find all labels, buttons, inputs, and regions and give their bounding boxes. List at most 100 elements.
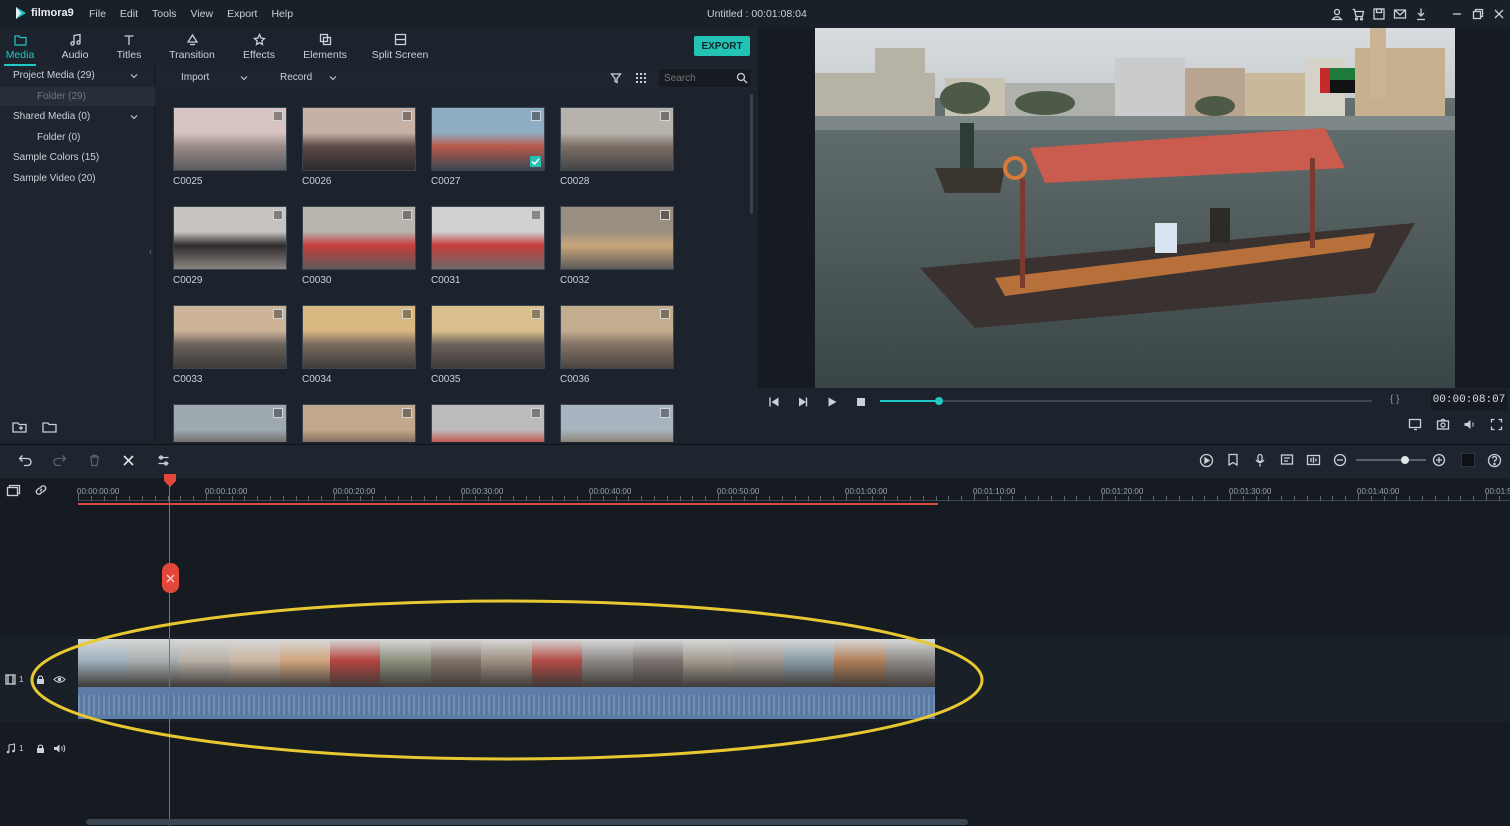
tab-audio[interactable]: Audio	[58, 28, 92, 66]
library-shared-media[interactable]: Shared Media (0)	[13, 111, 90, 122]
previous-frame-icon[interactable]	[768, 396, 780, 408]
playhead-split-marker[interactable]	[162, 563, 179, 593]
microphone-icon[interactable]	[1253, 453, 1267, 468]
tab-titles[interactable]: Titles	[113, 28, 145, 66]
progress-thumb[interactable]	[935, 397, 944, 405]
play-reverse-icon[interactable]	[796, 396, 808, 408]
chevron-down-icon[interactable]	[240, 74, 248, 82]
media-thumbnail-c0036[interactable]	[560, 305, 674, 369]
ruler-tick	[1012, 496, 1014, 501]
media-thumbnail-clip-13[interactable]	[173, 404, 287, 442]
grid-view-icon[interactable]	[635, 72, 647, 84]
stop-icon[interactable]	[855, 396, 867, 408]
cut-icon[interactable]	[122, 454, 135, 467]
filter-icon[interactable]	[610, 72, 622, 84]
library-folder-29[interactable]: Folder (29)	[37, 91, 86, 102]
zoom-slider[interactable]	[1356, 456, 1426, 464]
render-preview-icon[interactable]	[1408, 418, 1423, 431]
tab-effects[interactable]: Effects	[238, 28, 280, 66]
media-thumbnail-c0033[interactable]	[173, 305, 287, 369]
media-thumbnail-c0035[interactable]	[431, 305, 545, 369]
media-thumbnail-clip-14[interactable]	[302, 404, 416, 442]
menu-tools[interactable]: Tools	[152, 8, 177, 20]
volume-icon[interactable]	[1463, 418, 1477, 431]
chevron-down-icon[interactable]	[130, 113, 138, 121]
zoom-in-icon[interactable]	[1432, 453, 1446, 467]
render-icon[interactable]	[1199, 453, 1214, 468]
tab-elements[interactable]: Elements	[300, 28, 350, 66]
menu-export[interactable]: Export	[227, 8, 257, 20]
media-thumbnail-c0032[interactable]	[560, 206, 674, 270]
account-icon[interactable]	[1330, 7, 1344, 21]
timeline-ruler[interactable]: 00:00:00:00 00:00:10:00 00:00:20:00 00:00:3…	[77, 478, 1510, 510]
zoom-out-icon[interactable]	[1333, 453, 1347, 467]
media-thumbnail-c0026[interactable]	[302, 107, 416, 171]
media-thumbnail-c0030[interactable]	[302, 206, 416, 270]
ruler-tick	[1370, 496, 1372, 501]
ruler-time-label: 00:00:40:00	[589, 487, 632, 496]
progress-track[interactable]	[880, 397, 1372, 405]
delete-icon[interactable]	[88, 454, 101, 467]
tab-media[interactable]: Media	[4, 28, 36, 66]
ruler-tick	[692, 496, 694, 501]
record-dropdown[interactable]: Record	[280, 72, 312, 83]
media-thumbnail-c0029[interactable]	[173, 206, 287, 270]
menu-edit[interactable]: Edit	[120, 8, 138, 20]
tab-transition[interactable]: Transition	[166, 28, 218, 66]
media-thumbnail-c0031[interactable]	[431, 206, 545, 270]
timeline-scrollbar[interactable]	[86, 819, 968, 825]
detach-audio-icon[interactable]	[1306, 453, 1321, 468]
marker-icon[interactable]	[1226, 453, 1240, 468]
link-icon[interactable]	[34, 483, 48, 497]
import-dropdown[interactable]: Import	[181, 72, 209, 83]
media-thumbnail-c0028[interactable]	[560, 107, 674, 171]
mark-in-out-icon[interactable]: { }	[1390, 394, 1399, 405]
new-folder-icon[interactable]	[12, 420, 28, 434]
library-project-media[interactable]: Project Media (29)	[13, 70, 95, 81]
ruler-tick	[577, 496, 579, 501]
adjust-icon[interactable]	[157, 454, 170, 467]
media-thumbnail-c0027[interactable]	[431, 107, 545, 171]
download-icon[interactable]	[1414, 7, 1428, 21]
menu-file[interactable]: File	[89, 8, 106, 20]
playhead-head-icon[interactable]	[162, 473, 178, 489]
message-icon[interactable]	[1393, 7, 1407, 21]
redo-icon[interactable]	[52, 454, 67, 467]
media-thumbnail-c0025[interactable]	[173, 107, 287, 171]
folder-open-icon[interactable]	[42, 420, 58, 434]
library-sample-colors[interactable]: Sample Colors (15)	[13, 152, 99, 163]
preview-video-frame	[815, 28, 1455, 388]
menu-view[interactable]: View	[191, 8, 214, 20]
ruler-time-label: 00:00:30:00	[461, 487, 504, 496]
chevron-down-icon[interactable]	[130, 72, 138, 80]
snapshot-icon[interactable]	[1436, 418, 1450, 431]
media-scrollbar[interactable]	[750, 94, 753, 214]
media-thumbnail-label: C0033	[173, 374, 203, 385]
ruler-tick	[154, 496, 156, 501]
chevron-down-icon[interactable]	[329, 74, 337, 82]
save-icon[interactable]	[1372, 7, 1386, 21]
search-icon[interactable]	[736, 72, 748, 84]
help-icon[interactable]	[1487, 453, 1502, 468]
add-track-icon[interactable]	[6, 484, 21, 497]
fullscreen-icon[interactable]	[1490, 418, 1503, 431]
play-icon[interactable]	[826, 396, 838, 408]
library-folder-0[interactable]: Folder (0)	[37, 132, 80, 143]
close-icon[interactable]	[1492, 7, 1506, 21]
media-thumbnail-clip-15[interactable]	[431, 404, 545, 442]
undo-icon[interactable]	[18, 454, 33, 467]
collapse-handle-icon[interactable]: ‹	[149, 246, 152, 266]
ruler-tick	[948, 496, 950, 501]
restore-icon[interactable]	[1471, 7, 1485, 21]
minimize-icon[interactable]	[1450, 7, 1464, 21]
media-thumbnail-c0034[interactable]	[302, 305, 416, 369]
color-swatch[interactable]	[1461, 453, 1475, 467]
menu-help[interactable]: Help	[271, 8, 293, 20]
zoom-slider-thumb[interactable]	[1401, 456, 1409, 464]
tab-split-screen[interactable]: Split Screen	[370, 28, 430, 66]
media-thumbnail-clip-16[interactable]	[560, 404, 674, 442]
cart-icon[interactable]	[1351, 7, 1365, 21]
export-button[interactable]: EXPORT	[694, 36, 750, 56]
voiceover-icon[interactable]	[1280, 453, 1294, 468]
library-sample-video[interactable]: Sample Video (20)	[13, 173, 96, 184]
